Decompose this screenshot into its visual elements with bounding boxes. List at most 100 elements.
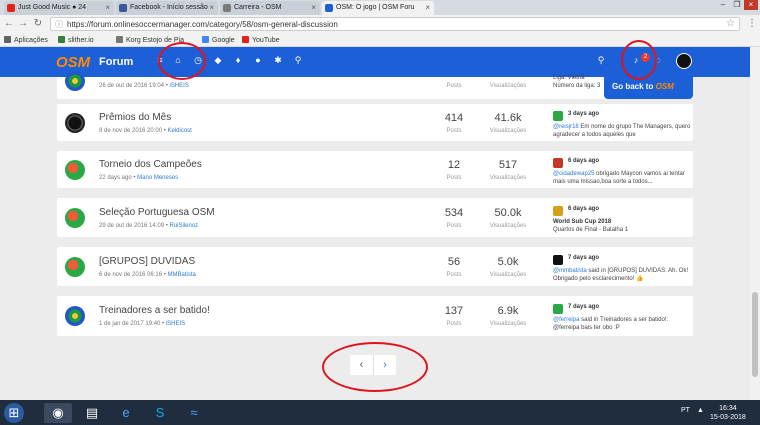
- page-scrollbar[interactable]: [750, 47, 760, 400]
- last-post-time: 6 days ago: [568, 206, 600, 212]
- facebook-icon: [119, 4, 127, 12]
- scrollbar-thumb[interactable]: [752, 292, 758, 377]
- bookmark-slither[interactable]: slither.io: [58, 36, 94, 44]
- category-row[interactable]: Torneio dos Campeões 22 days ago • Mano …: [57, 151, 693, 188]
- category-meta: 26 de out de 2016 19:04 • iSHEIS: [99, 83, 189, 89]
- category-name[interactable]: Prêmios do Mês: [99, 112, 171, 123]
- tags-icon[interactable]: ◆: [212, 55, 224, 66]
- avatar: [553, 111, 563, 121]
- forum-title[interactable]: Forum: [99, 56, 133, 68]
- views-count: 5.0k: [497, 256, 519, 268]
- avatar: [553, 255, 563, 265]
- annotation-circle: [621, 40, 657, 80]
- app-icon[interactable]: ≈: [180, 403, 208, 423]
- views-count: 41.6k: [494, 112, 522, 124]
- maximize-icon[interactable]: ❐: [730, 0, 744, 10]
- category-icon: [65, 160, 85, 180]
- avatar: [553, 206, 563, 216]
- views-label: Visualizações: [489, 175, 527, 181]
- user-icon[interactable]: ●: [252, 55, 264, 65]
- info-icon[interactable]: ⓘ: [55, 19, 63, 30]
- bookmark-google[interactable]: Google: [202, 36, 235, 44]
- browser-tab-music[interactable]: Just Good Music ● 24 ×: [4, 1, 114, 15]
- bookmark-apps[interactable]: Aplicações: [4, 36, 48, 44]
- reload-icon[interactable]: ↻: [32, 18, 44, 29]
- osm-logo[interactable]: OSM: [56, 54, 90, 71]
- browser-tab-strip: Just Good Music ● 24 × Facebook - Início…: [0, 0, 760, 15]
- last-post-text: @cidadewap25 obrigado Maycon vamos ai te…: [553, 171, 685, 185]
- close-window-icon[interactable]: ×: [744, 0, 758, 10]
- avatar[interactable]: [676, 53, 692, 69]
- category-meta: 22 days ago • Mano Meneses: [99, 175, 179, 181]
- category-icon: [65, 306, 85, 326]
- views-count: 517: [498, 159, 518, 171]
- url-text: https://forum.onlinesoccermanager.com/ca…: [67, 20, 338, 29]
- chrome-icon[interactable]: ◉: [44, 403, 72, 423]
- bookmark-youtube[interactable]: YouTube: [242, 36, 280, 44]
- category-name[interactable]: [GRUPOS] DUVIDAS: [99, 256, 195, 267]
- skype-icon[interactable]: S: [146, 403, 174, 423]
- start-button[interactable]: ⊞: [4, 403, 24, 423]
- minimize-icon[interactable]: –: [716, 0, 730, 10]
- tab-title: Facebook - Início sessão: [130, 4, 208, 11]
- forward-arrow-icon[interactable]: →: [17, 18, 29, 29]
- views-label: Visualizações: [489, 128, 527, 134]
- category-meta: 1 de jan de 2017 19:40 • iSHEIS: [99, 321, 186, 327]
- close-icon[interactable]: ×: [311, 3, 316, 12]
- file-explorer-icon[interactable]: ▤: [78, 403, 106, 423]
- category-row[interactable]: [GRUPOS] DUVIDAS 6 de nov de 2016 06:16 …: [57, 247, 693, 286]
- category-row[interactable]: Treinadores a ser batido! 1 de jan de 20…: [57, 296, 693, 336]
- page-icon: [223, 4, 231, 12]
- category-row[interactable]: Prêmios do Mês 8 de nov de 2016 20:00 • …: [57, 104, 693, 141]
- views-label: Visualizações: [489, 223, 527, 229]
- views-label: Visualizações: [489, 83, 527, 89]
- last-post-time: 3 days ago: [568, 111, 600, 117]
- internet-explorer-icon[interactable]: e: [112, 403, 140, 423]
- browser-tab-osm-forum[interactable]: OSM: O jogo | OSM Foru ×: [322, 1, 434, 15]
- category-name[interactable]: Treinadores a ser batido!: [99, 305, 210, 316]
- go-back-to-osm-button[interactable]: Go back to OSM: [604, 77, 693, 99]
- category-meta: 8 de nov de 2016 20:00 • Keldicost: [99, 128, 192, 134]
- close-icon[interactable]: ×: [425, 3, 430, 12]
- category-name[interactable]: Seleção Portuguesa OSM: [99, 207, 215, 218]
- last-post-time: 7 days ago: [568, 255, 600, 261]
- posts-label: Posts: [446, 321, 462, 327]
- language-indicator[interactable]: PT: [681, 407, 690, 414]
- views-count: 6.9k: [497, 305, 519, 317]
- star-icon[interactable]: ☆: [726, 18, 735, 29]
- last-post-text: @ferreipa said in Treinadores a ser bati…: [553, 317, 669, 331]
- popular-icon[interactable]: ♦: [232, 55, 244, 65]
- menu-icon[interactable]: ⋮: [746, 18, 758, 29]
- youtube-icon: [242, 36, 249, 43]
- youtube-icon: [7, 4, 15, 12]
- close-icon[interactable]: ×: [105, 3, 110, 12]
- annotation-circle: [322, 342, 428, 392]
- tray-chevron-icon[interactable]: ▲: [697, 407, 704, 414]
- last-post-text: @reisjr18 Em nome do grupo The Managers,…: [553, 124, 691, 138]
- category-icon: [65, 113, 85, 133]
- category-icon: [65, 71, 85, 91]
- search-icon[interactable]: ⚲: [292, 55, 304, 66]
- category-row-partial[interactable]: 26 de out de 2016 19:04 • iSHEIS Posts V…: [57, 71, 693, 99]
- posts-label: Posts: [446, 223, 462, 229]
- close-icon[interactable]: ×: [209, 3, 214, 12]
- category-meta: 6 de nov de 2016 06:16 • MMBatista: [99, 272, 196, 278]
- osm-icon: [325, 4, 333, 12]
- browser-tab-carreira[interactable]: Carreira - OSM ×: [220, 1, 320, 15]
- groups-icon[interactable]: ✱: [272, 55, 284, 66]
- url-input[interactable]: ⓘ https://forum.onlinesoccermanager.com/…: [50, 17, 740, 31]
- back-arrow-icon[interactable]: ←: [3, 18, 15, 29]
- posts-count: 12: [447, 159, 461, 171]
- address-bar: ← → ↻ ⓘ https://forum.onlinesoccermanage…: [0, 15, 760, 33]
- category-icon: [65, 257, 85, 277]
- system-clock[interactable]: 16:34 15-03-2018: [710, 404, 746, 422]
- browser-tab-facebook[interactable]: Facebook - Início sessão ×: [116, 1, 218, 15]
- tab-title: OSM: O jogo | OSM Foru: [336, 4, 415, 11]
- category-row[interactable]: Seleção Portuguesa OSM 29 de out de 2016…: [57, 198, 693, 237]
- views-count: 50.0k: [494, 207, 522, 219]
- search-icon[interactable]: ⚲: [595, 55, 607, 66]
- category-name[interactable]: Torneio dos Campeões: [99, 159, 202, 170]
- posts-count: 56: [447, 256, 461, 268]
- posts-label: Posts: [446, 83, 462, 89]
- google-icon: [202, 36, 209, 43]
